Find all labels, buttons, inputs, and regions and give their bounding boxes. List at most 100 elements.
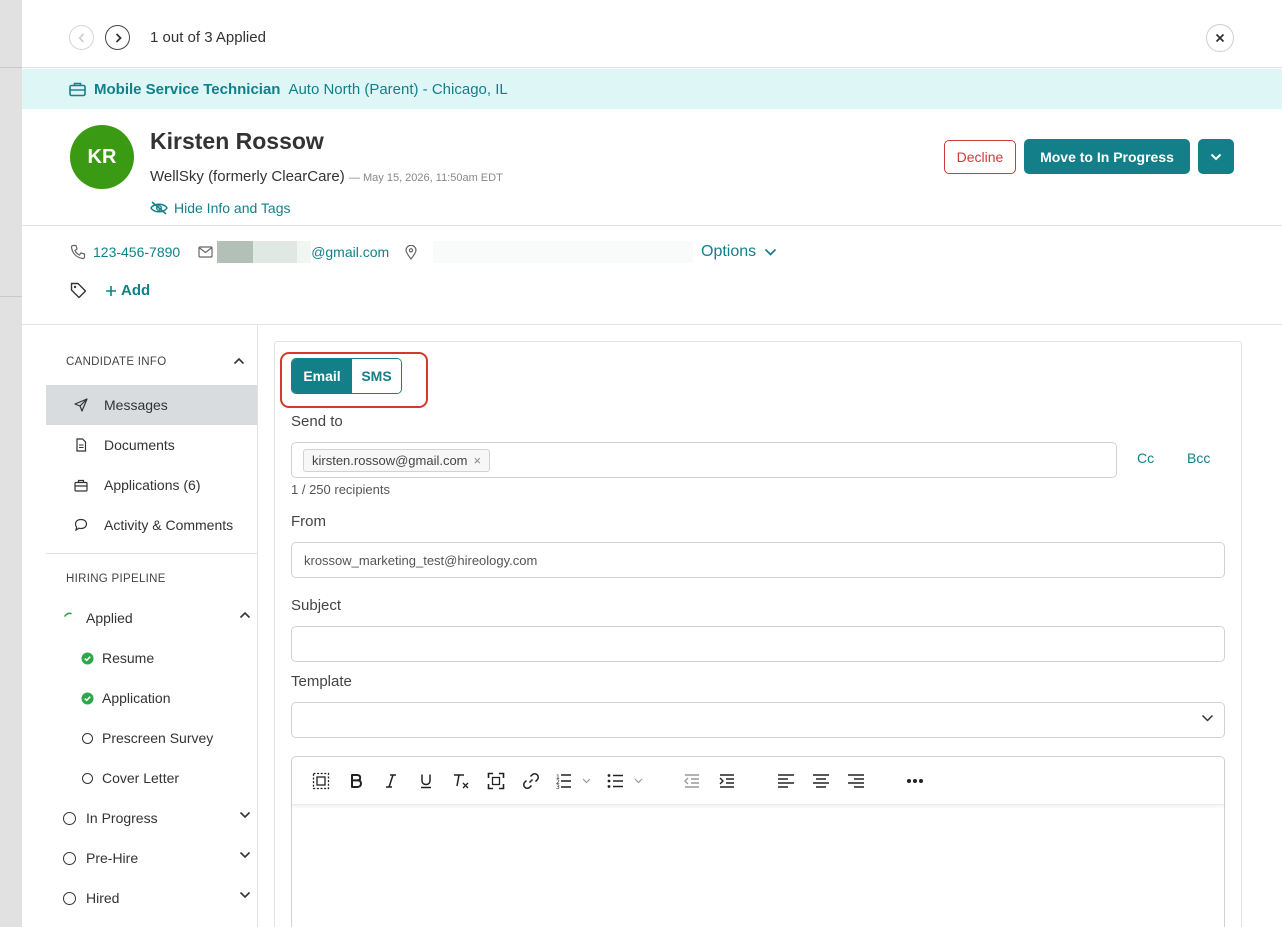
pipeline-step-application[interactable]: Application <box>80 678 257 718</box>
outdent-icon <box>684 774 699 788</box>
sidebar-item-documents[interactable]: Documents <box>46 425 257 465</box>
email-link[interactable]: @gmail.com <box>311 244 389 260</box>
next-candidate-button[interactable] <box>105 25 130 50</box>
address-redacted <box>433 241 694 263</box>
underline-button[interactable] <box>415 770 437 792</box>
add-tag-button[interactable]: Add <box>105 282 150 299</box>
phone-link[interactable]: 123-456-7890 <box>93 244 180 260</box>
underline-icon <box>421 774 431 789</box>
bold-button[interactable] <box>345 770 367 792</box>
subject-input[interactable] <box>291 626 1225 662</box>
chevron-down-icon <box>765 248 777 256</box>
pipeline-stage-label: Pre-Hire <box>86 850 139 866</box>
hide-info-toggle[interactable]: Hide Info and Tags <box>150 200 291 216</box>
bold-icon <box>351 774 362 788</box>
pipeline-stage-applied[interactable]: Applied <box>62 598 257 638</box>
sidebar-item-activity-comments[interactable]: Activity & Comments <box>46 505 257 545</box>
hiring-pipeline-heading: HIRING PIPELINE <box>66 573 166 585</box>
bulleted-list-button[interactable] <box>606 770 646 792</box>
sidebar-item-messages[interactable]: Messages <box>46 385 257 425</box>
select-all-icon <box>312 772 330 790</box>
tab-sms[interactable]: SMS <box>352 359 401 393</box>
align-center-icon <box>813 774 829 788</box>
send-icon <box>74 398 88 412</box>
subject-label: Subject <box>291 597 342 614</box>
align-right-button[interactable] <box>845 770 867 792</box>
svg-text:3: 3 <box>556 784 560 789</box>
from-field[interactable]: krossow_marketing_test@hireology.com <box>291 542 1225 578</box>
job-title-link[interactable]: Mobile Service Technician <box>94 81 280 98</box>
tag-icon <box>70 282 87 299</box>
message-body-editor[interactable]: 123 <box>291 756 1225 927</box>
candidate-sidebar: CANDIDATE INFO Messages Documents Applic… <box>22 325 258 927</box>
pipeline-stage-label: In Progress <box>86 810 158 826</box>
template-select[interactable] <box>291 702 1225 738</box>
remove-recipient-button[interactable]: × <box>474 453 482 468</box>
candidate-info-heading: CANDIDATE INFO <box>66 356 167 368</box>
italic-button[interactable] <box>380 770 402 792</box>
add-tag-label: Add <box>121 282 151 299</box>
link-icon <box>523 773 539 789</box>
pipeline-step-label: Application <box>102 690 171 706</box>
pending-circle-icon <box>62 811 76 825</box>
briefcase-icon <box>74 479 88 492</box>
indent-button[interactable] <box>716 770 738 792</box>
pipeline-step-prescreen-survey[interactable]: Prescreen Survey <box>80 718 257 758</box>
pending-circle-icon <box>81 732 93 744</box>
pending-circle-icon <box>81 772 93 784</box>
pipeline-stage-pre-hire[interactable]: Pre-Hire <box>62 838 257 878</box>
tab-email[interactable]: Email <box>292 359 352 393</box>
numbered-list-button[interactable]: 123 <box>554 770 594 792</box>
from-value: krossow_marketing_test@hireology.com <box>304 553 538 568</box>
mail-icon <box>198 246 213 258</box>
pipeline-stage-in-progress[interactable]: In Progress <box>62 798 257 838</box>
chevron-down-icon <box>239 851 251 859</box>
candidate-modal: 1 out of 3 Applied Mobile Service Techni… <box>22 0 1282 927</box>
cc-button[interactable]: Cc <box>1137 450 1154 466</box>
location-pin-icon <box>405 244 417 260</box>
chevron-down-icon <box>1210 153 1222 160</box>
align-center-button[interactable] <box>810 770 832 792</box>
close-button[interactable] <box>1206 24 1234 52</box>
recipients-count: 1 / 250 recipients <box>291 482 391 497</box>
align-left-icon <box>778 774 794 788</box>
more-options-button[interactable] <box>904 770 926 792</box>
align-left-button[interactable] <box>775 770 797 792</box>
insert-link-button[interactable] <box>520 770 542 792</box>
close-icon <box>1215 33 1225 43</box>
send-to-label: Send to <box>291 413 343 430</box>
pipeline-step-resume[interactable]: Resume <box>80 638 257 678</box>
outdent-button[interactable] <box>681 770 703 792</box>
briefcase-icon <box>69 82 86 96</box>
sidebar-item-applications[interactable]: Applications (6) <box>46 465 257 505</box>
in-progress-spinner-icon <box>63 612 72 617</box>
chevron-down-icon <box>1201 714 1214 722</box>
fullscreen-button[interactable] <box>485 770 507 792</box>
header-divider <box>22 225 1282 226</box>
chevron-up-icon[interactable] <box>233 357 245 365</box>
chevron-left-icon <box>77 32 84 43</box>
recipients-input[interactable]: kirsten.rossow@gmail.com × <box>291 442 1117 478</box>
clear-formatting-button[interactable] <box>450 770 472 792</box>
sidebar-item-label: Applications (6) <box>104 477 201 493</box>
modal-topnav: 1 out of 3 Applied <box>22 0 1282 68</box>
select-all-button[interactable] <box>310 770 332 792</box>
chevron-down-icon <box>239 811 251 819</box>
eye-off-icon <box>150 201 168 215</box>
pipeline-stage-hired[interactable]: Hired <box>62 878 257 918</box>
chevron-right-icon <box>115 32 122 43</box>
options-dropdown[interactable]: Options <box>701 243 777 261</box>
more-actions-dropdown-button[interactable] <box>1198 139 1234 174</box>
bcc-button[interactable]: Bcc <box>1187 450 1210 466</box>
numbered-list-icon: 123 <box>556 774 591 789</box>
chevron-down-icon <box>239 891 251 899</box>
candidate-source: WellSky (formerly ClearCare) — May 15, 2… <box>150 168 503 185</box>
decline-button[interactable]: Decline <box>944 140 1016 174</box>
page-backdrop <box>0 0 22 927</box>
indent-icon <box>719 774 734 788</box>
sidebar-item-label: Activity & Comments <box>104 517 234 533</box>
previous-candidate-button[interactable] <box>69 25 94 50</box>
move-to-in-progress-button[interactable]: Move to In Progress <box>1024 139 1190 174</box>
pipeline-step-cover-letter[interactable]: Cover Letter <box>80 758 257 798</box>
job-location-link[interactable]: Auto North (Parent) - Chicago, IL <box>288 81 507 98</box>
